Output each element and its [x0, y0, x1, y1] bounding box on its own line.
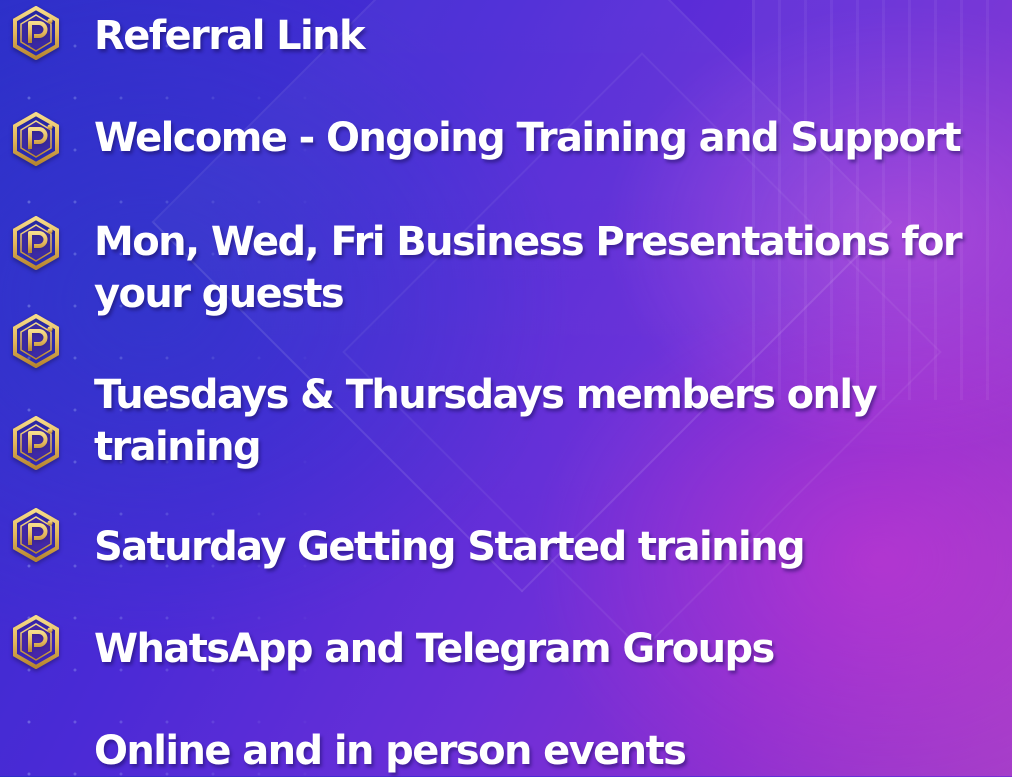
list-item-whatsapp-telegram[interactable]: WhatsApp and Telegram Groups: [94, 623, 775, 675]
list-item-members-training[interactable]: Tuesdays & Thursdays members only: [94, 369, 878, 421]
list-item-business-presentations[interactable]: Mon, Wed, Fri Business Presentations for: [94, 216, 963, 268]
background-city-skyline: [752, 0, 1012, 400]
list-item-welcome-training[interactable]: Welcome - Ongoing Training and Support: [94, 112, 962, 164]
p-hexagon-logo-icon: [13, 112, 59, 166]
p-hexagon-logo-icon: [13, 6, 59, 60]
list-item-members-training-line2[interactable]: training: [94, 421, 262, 473]
list-item-getting-started[interactable]: Saturday Getting Started training: [94, 521, 806, 573]
p-hexagon-logo-icon: [13, 615, 59, 669]
list-item-referral-link[interactable]: Referral Link: [94, 10, 366, 62]
p-hexagon-logo-icon: [13, 314, 59, 368]
list-item-events[interactable]: Online and in person events: [94, 725, 687, 777]
p-hexagon-logo-icon: [13, 508, 59, 562]
p-hexagon-logo-icon: [13, 216, 59, 270]
list-item-business-presentations-line2[interactable]: your guests: [94, 268, 345, 320]
p-hexagon-logo-icon: [13, 416, 59, 470]
